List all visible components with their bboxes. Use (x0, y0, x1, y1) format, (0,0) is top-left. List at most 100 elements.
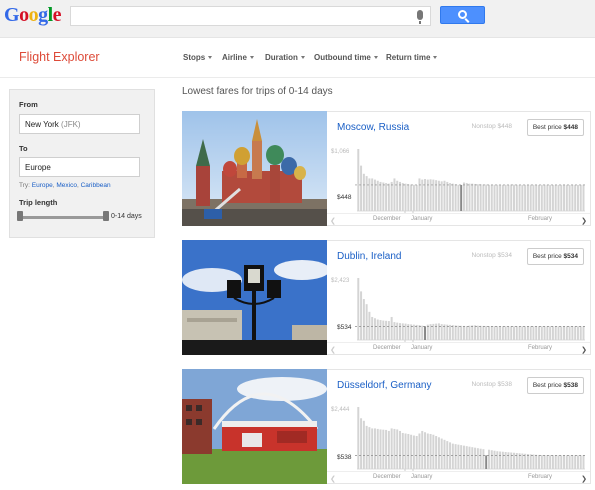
fare-bar[interactable] (371, 428, 374, 469)
price-bars[interactable] (329, 403, 589, 471)
fare-bar[interactable] (490, 184, 493, 211)
fare-bar[interactable] (460, 325, 463, 340)
fare-bar[interactable] (443, 439, 446, 469)
fare-bar[interactable] (504, 326, 507, 340)
fare-bar[interactable] (376, 180, 379, 211)
fare-bar[interactable] (368, 427, 371, 469)
fare-bar[interactable] (360, 418, 363, 469)
fare-bar[interactable] (465, 446, 468, 469)
fare-bar[interactable] (460, 445, 463, 469)
fare-bar[interactable] (504, 184, 507, 211)
price-chart[interactable]: $1,066 $448 (329, 145, 589, 213)
fare-bar[interactable] (560, 184, 563, 211)
fare-bar[interactable] (515, 184, 518, 211)
fare-bar[interactable] (546, 184, 549, 211)
fare-bar[interactable] (557, 455, 560, 469)
fare-bar[interactable] (429, 179, 432, 211)
fare-bar[interactable] (510, 326, 513, 340)
fare-bar[interactable] (421, 325, 424, 340)
fare-bar[interactable] (496, 184, 499, 211)
fare-bar[interactable] (574, 326, 577, 340)
price-chart[interactable]: $2,444 $538 (329, 403, 589, 471)
fare-bar[interactable] (551, 455, 554, 469)
fare-bar[interactable] (365, 425, 368, 469)
destination-city[interactable]: Moscow, Russia (337, 122, 409, 133)
from-field[interactable]: New York (JFK) (19, 114, 140, 134)
fare-bar[interactable] (404, 183, 407, 211)
fare-bar[interactable] (362, 420, 365, 469)
fare-bar[interactable] (532, 326, 535, 340)
fare-bar[interactable] (443, 324, 446, 340)
fare-bar[interactable] (371, 178, 374, 211)
fare-bar[interactable] (373, 318, 376, 340)
fare-bar[interactable] (407, 184, 410, 211)
fare-bar[interactable] (418, 325, 421, 340)
fare-bar[interactable] (482, 325, 485, 340)
fare-bar[interactable] (493, 450, 496, 469)
fare-bar[interactable] (501, 184, 504, 211)
fare-bar[interactable] (446, 324, 449, 340)
fare-bar[interactable] (518, 184, 521, 211)
fare-bar[interactable] (479, 448, 482, 469)
fare-bar[interactable] (454, 444, 457, 469)
fare-bar[interactable] (524, 453, 527, 469)
fare-bar[interactable] (357, 149, 360, 211)
fare-bar[interactable] (437, 180, 440, 211)
fare-bar[interactable] (538, 454, 541, 469)
fare-bar[interactable] (526, 454, 529, 469)
fare-bar[interactable] (399, 323, 401, 340)
try-link-europe[interactable]: Europe (32, 182, 53, 189)
fare-bar[interactable] (532, 184, 535, 211)
fare-bar[interactable] (387, 321, 390, 340)
fare-bar[interactable] (410, 184, 413, 211)
fare-bar[interactable] (471, 183, 474, 211)
fare-bar[interactable] (476, 448, 479, 469)
chevron-left-icon[interactable]: ❮ (330, 346, 336, 354)
fare-bar[interactable] (393, 428, 396, 469)
fare-bar[interactable] (535, 184, 538, 211)
fare-bar[interactable] (382, 182, 385, 212)
fare-bar[interactable] (507, 184, 510, 211)
fare-bar[interactable] (540, 455, 543, 469)
fare-bar[interactable] (521, 326, 524, 340)
fare-bar[interactable] (540, 184, 543, 211)
fare-bar[interactable] (418, 433, 421, 469)
fare-bar[interactable] (493, 184, 496, 211)
fare-bar[interactable] (557, 184, 560, 211)
fare-bar[interactable] (560, 455, 563, 469)
fare-bar[interactable] (396, 429, 399, 469)
try-link-caribbean[interactable]: Caribbean (81, 182, 111, 189)
fare-bar[interactable] (432, 434, 435, 469)
fare-bar[interactable] (574, 455, 577, 469)
fare-bar[interactable] (521, 184, 524, 211)
fare-bar[interactable] (379, 320, 382, 340)
fare-bar[interactable] (571, 455, 574, 469)
fare-bar[interactable] (582, 455, 585, 469)
fare-bar[interactable] (368, 311, 371, 340)
fare-bar[interactable] (538, 326, 541, 340)
fare-bar[interactable] (487, 449, 490, 469)
destination-city[interactable]: Düsseldorf, Germany (337, 380, 431, 391)
fare-bar[interactable] (543, 326, 546, 340)
fare-bar[interactable] (485, 325, 488, 340)
fare-bar[interactable] (501, 326, 504, 340)
fare-bar[interactable] (399, 430, 401, 469)
fare-bar[interactable] (379, 429, 382, 469)
fare-bar[interactable] (487, 326, 490, 340)
fare-bar[interactable] (365, 304, 368, 340)
fare-bar[interactable] (393, 178, 396, 211)
fare-bar[interactable] (510, 452, 513, 469)
fare-bar[interactable] (485, 455, 488, 469)
fare-bar[interactable] (385, 183, 388, 211)
filter-outbound-time[interactable]: Outbound time (314, 53, 378, 62)
fare-bar[interactable] (526, 184, 529, 211)
fare-bar[interactable] (490, 326, 493, 340)
fare-bar[interactable] (407, 433, 410, 469)
fare-bar[interactable] (576, 326, 579, 340)
fare-bar[interactable] (412, 435, 415, 469)
fare-bar[interactable] (410, 434, 413, 469)
fare-bar[interactable] (424, 432, 427, 469)
fare-bar[interactable] (546, 326, 549, 340)
fare-bar[interactable] (360, 291, 363, 340)
fare-bar[interactable] (387, 430, 390, 469)
